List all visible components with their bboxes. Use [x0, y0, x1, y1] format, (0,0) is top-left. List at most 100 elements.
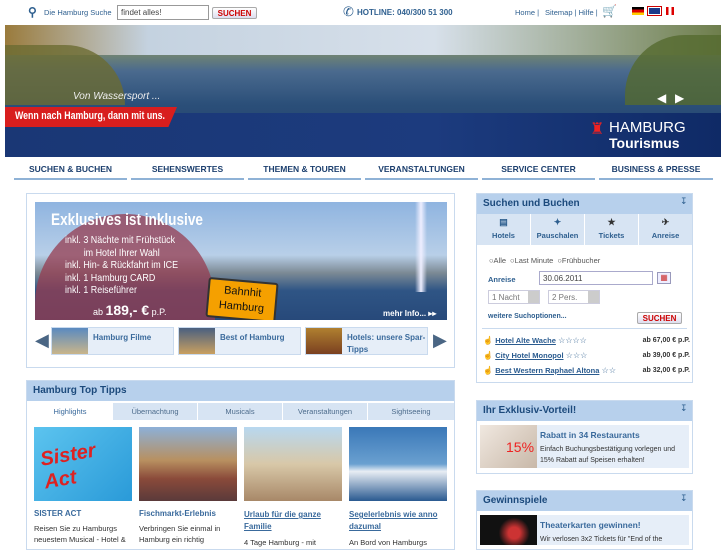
thumb-hamburg-filme[interactable]: Hamburg Filme — [51, 327, 174, 355]
bahnhit-sign: Bahnhit Hamburg — [205, 277, 279, 320]
price-value: 189,- € — [105, 302, 150, 318]
collapse-icon[interactable]: ↧ — [680, 196, 688, 207]
tipp-item: Segelerlebnis wie anno dazumal An Bord vo… — [349, 509, 447, 548]
hotel-link[interactable]: ☝ Best Western Raphael Altona ☆☆ — [483, 363, 616, 378]
banner-slogan: Wenn nach Hamburg, dann mit uns. — [15, 110, 165, 122]
flag-ch-icon[interactable] — [666, 7, 674, 15]
hotel-name[interactable]: Hotel Alte Wache — [495, 336, 556, 345]
tab-anreise[interactable]: ✈ Anreise — [639, 214, 692, 245]
radio-fruehbucher[interactable]: ○Frühbucher — [557, 256, 600, 265]
hotel-row: ☝ City Hotel Monopol ☆☆☆ ab 39,00 € p.P. — [483, 348, 690, 363]
hotel-link[interactable]: ☝ City Hotel Monopol ☆☆☆ — [483, 348, 587, 363]
home-link[interactable]: Home | — [515, 8, 539, 17]
sitemap-help-link[interactable]: Sitemap | Hilfe | — [545, 8, 598, 17]
hotel-stars: ☆☆ — [601, 366, 616, 375]
hotel-link[interactable]: ☝ Hotel Alte Wache ☆☆☆☆ — [483, 333, 587, 348]
thumb-best-of-hamburg[interactable]: Best of Hamburg — [178, 327, 301, 355]
flag-de-icon[interactable] — [632, 7, 644, 15]
thumbs-prev-icon[interactable]: ◀ — [35, 330, 49, 351]
booking-tabs: ▤ Hotels ✦ Pauschalen ★ Tickets ✈ Anreise — [477, 214, 692, 245]
tab-musicals[interactable]: Musicals — [197, 403, 282, 420]
more-info-text: mehr Info... — [383, 309, 427, 318]
tab-tickets[interactable]: ★ Tickets — [585, 214, 639, 245]
banner-next-icon[interactable]: ▶ — [675, 91, 684, 105]
tab-hotels[interactable]: ▤ Hotels — [477, 214, 531, 245]
banner-prev-icon[interactable]: ◀ — [657, 91, 666, 105]
thumb-label: Best of Hamburg — [220, 333, 285, 342]
airplane-icon: ✈ — [661, 217, 670, 227]
tab-label: Hotels — [492, 231, 515, 240]
discount-badge: 15% — [506, 439, 535, 455]
nights-select[interactable]: 1 Nacht — [488, 290, 540, 304]
nav-sehenswertes[interactable]: SEHENSWERTES — [131, 164, 244, 180]
hotel-price: ab 39,00 € p.P. — [642, 352, 690, 359]
more-info-link[interactable]: mehr Info... ▸▸ — [383, 309, 436, 318]
tab-pauschalen[interactable]: ✦ Pauschalen — [531, 214, 585, 245]
search-icon: ⚲ — [28, 5, 37, 19]
thumbs-up-icon: ☝ — [483, 366, 493, 375]
tipp-item: SISTER ACT Reisen Sie zu Hamburgs neueste… — [34, 509, 132, 545]
tab-label: Anreise — [651, 231, 680, 240]
tab-uebernachtung[interactable]: Übernachtung — [112, 403, 197, 420]
nav-suchen-buchen[interactable]: SUCHEN & BUCHEN — [14, 164, 127, 180]
persons-select[interactable]: 2 Pers. — [548, 290, 600, 304]
radio-alle[interactable]: ○Alle — [489, 256, 506, 265]
exklusiv-heading: Rabatt in 34 Restaurants — [540, 430, 640, 440]
gewinn-text: Wir verlosen 3x2 Tickets für "End of the — [540, 536, 663, 543]
tab-veranstaltungen[interactable]: Veranstaltungen — [282, 403, 367, 420]
gewinnspiele-title: Gewinnspiele — [477, 491, 692, 511]
hotel-row: ☝ Best Western Raphael Altona ☆☆ ab 32,00… — [483, 363, 690, 378]
nav-service-center[interactable]: SERVICE CENTER — [482, 164, 595, 180]
tipp-title[interactable]: SISTER ACT — [34, 509, 132, 518]
tipp-title[interactable]: Segelerlebnis wie anno dazumal — [349, 509, 447, 533]
more-options-link[interactable]: weitere Suchoptionen... — [488, 313, 567, 320]
segel-image[interactable] — [349, 427, 447, 501]
gewinn-teaser[interactable]: Theaterkarten gewinnen! Wir verlosen 3x2… — [480, 515, 689, 545]
anreise-label: Anreise — [488, 275, 516, 284]
hotel-price: ab 32,00 € p.P. — [642, 367, 690, 374]
nav-business-presse[interactable]: BUSINESS & PRESSE — [599, 164, 713, 180]
collapse-icon[interactable]: ↧ — [680, 403, 688, 414]
thumb-hotels-spar-tipps[interactable]: Hotels: unsere Spar-Tipps — [305, 327, 428, 355]
sparkle-icon: ✦ — [553, 217, 562, 227]
price-suffix: p.P. — [151, 307, 167, 317]
date-input[interactable] — [539, 271, 653, 285]
collapse-icon[interactable]: ↧ — [680, 493, 688, 504]
nights-value: 1 Nacht — [492, 293, 520, 302]
star-icon: ★ — [607, 217, 616, 227]
hotline-text: HOTLINE: 040/300 51 300 — [357, 8, 453, 17]
search-input[interactable] — [117, 5, 209, 20]
search-button[interactable]: SUCHEN — [212, 7, 257, 19]
promo-line: inkl. 1 Hamburg CARD — [65, 271, 156, 284]
calendar-icon[interactable]: ▦ — [657, 272, 671, 284]
phone-icon: ✆ — [343, 4, 354, 19]
nav-themen-touren[interactable]: THEMEN & TOUREN — [248, 164, 361, 180]
nav-veranstaltungen[interactable]: VERANSTALTUNGEN — [365, 164, 478, 180]
tipp-title[interactable]: Urlaub für die ganze Familie — [244, 509, 342, 533]
hotel-name[interactable]: City Hotel Monopol — [495, 351, 563, 360]
hotel-name[interactable]: Best Western Raphael Altona — [495, 366, 599, 375]
promo-image[interactable]: Exklusives ist inklusive inkl. 3 Nächte … — [35, 202, 447, 320]
thumbs-next-icon[interactable]: ▶ — [433, 330, 447, 351]
hamburg-castle-icon: ♜ — [590, 121, 605, 138]
gewinn-heading: Theaterkarten gewinnen! — [540, 520, 641, 530]
thumb-label: Hotels: unsere Spar-Tipps — [347, 333, 426, 354]
exklusiv-teaser[interactable]: 15% Rabatt in 34 Restaurants Einfach Buc… — [480, 425, 689, 468]
familie-image[interactable] — [244, 427, 342, 501]
cart-icon[interactable]: 🛒 — [602, 4, 617, 18]
fischmarkt-image[interactable] — [139, 427, 237, 501]
top-tipps-title: Hamburg Top Tipps — [27, 381, 454, 401]
radio-last-minute[interactable]: ○Last Minute — [510, 256, 553, 265]
hotel-price: ab 67,00 € p.P. — [642, 337, 690, 344]
persons-value: 2 Pers. — [552, 293, 578, 302]
sister-act-image[interactable]: Sister Act — [34, 427, 132, 501]
tipp-title[interactable]: Fischmarkt-Erlebnis — [139, 509, 237, 518]
flag-uk-icon[interactable] — [647, 6, 662, 16]
radio-label: Last Minute — [514, 256, 554, 265]
logo-line2: Tourismus — [609, 135, 680, 151]
top-bar: ⚲ Die Hamburg Suche SUCHEN ✆ HOTLINE: 04… — [0, 0, 727, 25]
banner-caption: Von Wassersport ... — [73, 91, 161, 102]
tab-highlights[interactable]: Highlights — [27, 403, 112, 420]
tab-sightseeing[interactable]: Sightseeing — [367, 403, 454, 420]
booking-search-button[interactable]: SUCHEN — [637, 312, 682, 324]
